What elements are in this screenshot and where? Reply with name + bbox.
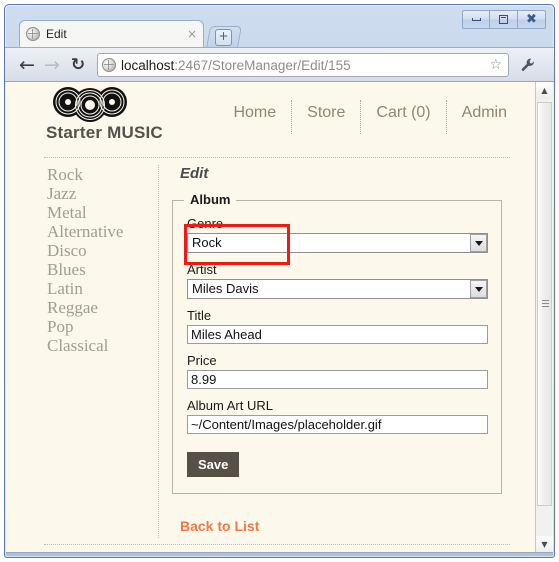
chevron-down-icon[interactable] [470,280,487,298]
genre-select-value[interactable]: Rock [187,233,488,253]
tab-close-icon[interactable]: × [183,27,197,41]
nav-item-cart[interactable]: Cart (0) [361,100,447,134]
album-art-url-label: Album Art URL [187,398,273,413]
page-title: Edit [180,165,209,182]
genre-select[interactable]: Rock [187,233,488,253]
wrench-menu-icon[interactable] [519,57,537,75]
globe-icon [26,27,40,41]
page-scrollbar[interactable]: ▲ ▼ [535,82,553,552]
artist-field: Artist Miles Davis [187,262,488,299]
album-fieldset: Album Genre Rock Artist Miles Davis Titl… [172,192,502,494]
title-field: Title [187,308,488,344]
artist-label: Artist [187,262,217,277]
scrollbar-thumb[interactable] [537,102,552,506]
sidebar-item-rock[interactable]: Rock [44,165,158,184]
sidebar-item-alternative[interactable]: Alternative [44,222,158,241]
sidebar-item-latin[interactable]: Latin [44,279,158,298]
chevron-down-icon[interactable] [470,234,487,252]
main-content: Edit Album Genre Rock Artist Miles Davis… [172,165,502,536]
minimize-button[interactable] [462,10,490,29]
album-art-url-input[interactable] [187,415,488,434]
site-header: Starter MUSIC Home Store Cart (0) Admin [44,86,509,154]
url-text: localhost:2467/StoreManager/Edit/155 [121,58,487,73]
main-navigation: Home Store Cart (0) Admin [218,100,509,134]
artist-select-value[interactable]: Miles Davis [187,279,488,299]
nav-item-admin[interactable]: Admin [447,100,509,134]
header-divider [44,157,510,158]
back-to-list-link[interactable]: Back to List [180,518,259,534]
sidebar-item-pop[interactable]: Pop [44,317,158,336]
bookmark-star-icon[interactable]: ☆ [487,57,504,73]
address-bar[interactable]: localhost:2467/StoreManager/Edit/155 ☆ [97,53,509,77]
close-button[interactable]: ✖ [518,10,546,29]
fieldset-legend: Album [184,192,237,207]
tab-title: Edit [46,27,67,41]
artist-select[interactable]: Miles Davis [187,279,488,299]
page-globe-icon [102,58,116,72]
url-path: :2467/StoreManager/Edit/155 [174,57,351,73]
vinyl-records-logo-icon[interactable] [44,86,136,122]
price-label: Price [187,353,217,368]
scrollbar-grip-icon [542,300,549,308]
nav-item-store[interactable]: Store [292,100,362,134]
album-art-url-field: Album Art URL [187,398,488,434]
back-arrow-icon[interactable]: ← [16,54,38,76]
page-viewport: Starter MUSIC Home Store Cart (0) Admin … [6,82,553,553]
sidebar-item-reggae[interactable]: Reggae [44,298,158,317]
genre-label: Genre [187,216,224,231]
url-host: localhost [121,57,175,73]
sidebar-item-disco[interactable]: Disco [44,241,158,260]
genre-sidebar: Rock Jazz Metal Alternative Disco Blues … [44,165,159,538]
footer-divider [44,544,510,545]
reload-icon[interactable]: ↻ [67,54,89,76]
sidebar-item-jazz[interactable]: Jazz [44,184,158,203]
price-field: Price [187,353,488,389]
genre-field: Genre Rock [187,216,488,253]
minimize-icon [471,18,481,21]
browser-tab-edit[interactable]: Edit × [19,20,204,47]
scroll-up-arrow-icon[interactable]: ▲ [536,82,553,99]
plus-icon[interactable]: + [215,29,232,46]
sidebar-item-classical[interactable]: Classical [44,336,158,355]
browser-toolbar: ← → ↻ localhost:2467/StoreManager/Edit/1… [5,47,554,82]
scroll-down-arrow-icon[interactable]: ▼ [536,536,553,552]
window-controls: ✖ [462,10,546,29]
forward-arrow-icon[interactable]: → [41,54,63,76]
sidebar-item-blues[interactable]: Blues [44,260,158,279]
title-label: Title [187,308,212,323]
nav-item-home[interactable]: Home [218,100,293,134]
maximize-button[interactable] [490,10,518,29]
tab-strip: Edit × + [5,20,425,48]
price-input[interactable] [187,370,488,389]
web-page: Starter MUSIC Home Store Cart (0) Admin … [6,82,535,552]
title-input[interactable] [187,325,488,344]
save-button[interactable]: Save [187,452,240,477]
close-icon: ✖ [526,12,537,27]
site-title[interactable]: Starter MUSIC [46,123,163,143]
maximize-icon [499,15,508,24]
browser-screenshot: ✖ Edit × + ← → ↻ localhost:2467/StoreMan… [0,0,559,562]
sidebar-item-metal[interactable]: Metal [44,203,158,222]
